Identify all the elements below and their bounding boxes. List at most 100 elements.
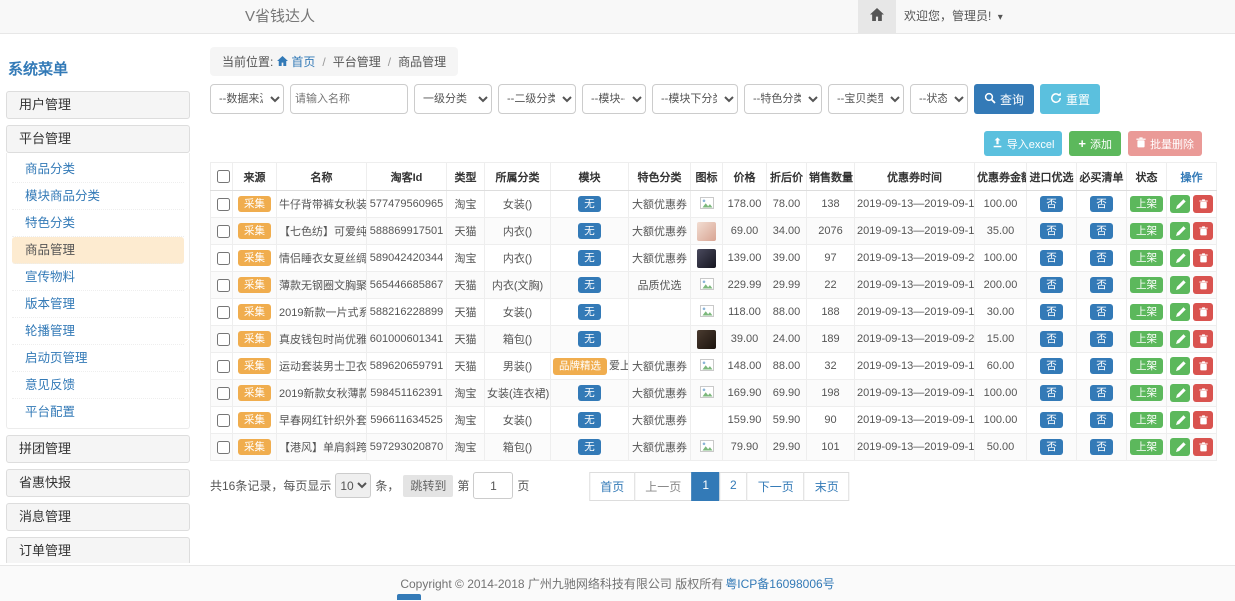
- delete-button[interactable]: [1193, 276, 1213, 294]
- sidebar-item[interactable]: 特色分类: [12, 210, 184, 237]
- import-select-toggle[interactable]: 否: [1040, 250, 1063, 267]
- row-checkbox[interactable]: [217, 441, 230, 454]
- edit-button[interactable]: [1170, 249, 1190, 267]
- delete-button[interactable]: [1193, 438, 1213, 456]
- import-select-toggle[interactable]: 否: [1040, 196, 1063, 213]
- sidebar-item[interactable]: 商品分类: [12, 156, 184, 183]
- import-select-toggle[interactable]: 否: [1040, 304, 1063, 321]
- name-input[interactable]: [290, 84, 408, 114]
- import-select-toggle[interactable]: 否: [1040, 223, 1063, 240]
- edit-button[interactable]: [1170, 303, 1190, 321]
- jump-page-input[interactable]: [473, 472, 513, 499]
- navbar-home-button[interactable]: [858, 0, 896, 33]
- import-select-toggle[interactable]: 否: [1040, 277, 1063, 294]
- data-source-select[interactable]: --数据来源--: [210, 84, 284, 114]
- row-checkbox[interactable]: [217, 360, 230, 373]
- edit-button[interactable]: [1170, 384, 1190, 402]
- item-type-select[interactable]: --宝贝类型--: [828, 84, 904, 114]
- sidebar-item[interactable]: 模块商品分类: [12, 183, 184, 210]
- icp-link[interactable]: 粤ICP备16098006号: [725, 575, 834, 592]
- jump-button[interactable]: 跳转到: [403, 475, 453, 497]
- delete-button[interactable]: [1193, 411, 1213, 429]
- import-select-toggle[interactable]: 否: [1040, 439, 1063, 456]
- status-button[interactable]: 上架: [1130, 439, 1163, 456]
- status-button[interactable]: 上架: [1130, 277, 1163, 294]
- must-buy-toggle[interactable]: 否: [1090, 277, 1113, 294]
- status-select[interactable]: --状态--: [910, 84, 968, 114]
- sidebar-section[interactable]: 消息管理: [6, 503, 190, 531]
- import-select-toggle[interactable]: 否: [1040, 358, 1063, 375]
- user-menu[interactable]: 欢迎您，管理员! ▾: [904, 0, 1003, 34]
- page-button[interactable]: 上一页: [634, 472, 692, 501]
- row-checkbox[interactable]: [217, 198, 230, 211]
- sidebar-section[interactable]: 用户管理: [6, 91, 190, 119]
- delete-button[interactable]: [1193, 195, 1213, 213]
- must-buy-toggle[interactable]: 否: [1090, 223, 1113, 240]
- sidebar-item[interactable]: 启动页管理: [12, 345, 184, 372]
- must-buy-toggle[interactable]: 否: [1090, 412, 1113, 429]
- edit-button[interactable]: [1170, 276, 1190, 294]
- sidebar-item[interactable]: 宣传物料: [12, 264, 184, 291]
- batch-delete-button[interactable]: 批量删除: [1128, 131, 1202, 156]
- delete-button[interactable]: [1193, 222, 1213, 240]
- must-buy-toggle[interactable]: 否: [1090, 250, 1113, 267]
- status-button[interactable]: 上架: [1130, 223, 1163, 240]
- delete-button[interactable]: [1193, 330, 1213, 348]
- page-button[interactable]: 下一页: [747, 472, 805, 501]
- sidebar-section[interactable]: 拼团管理: [6, 435, 190, 463]
- import-select-toggle[interactable]: 否: [1040, 331, 1063, 348]
- delete-button[interactable]: [1193, 303, 1213, 321]
- status-button[interactable]: 上架: [1130, 304, 1163, 321]
- level1-category-select[interactable]: 一级分类: [414, 84, 492, 114]
- sidebar-item[interactable]: 商品管理: [12, 237, 184, 264]
- must-buy-toggle[interactable]: 否: [1090, 439, 1113, 456]
- status-button[interactable]: 上架: [1130, 358, 1163, 375]
- page-button[interactable]: 2: [719, 472, 748, 501]
- import-select-toggle[interactable]: 否: [1040, 385, 1063, 402]
- page-button[interactable]: 1: [691, 472, 720, 501]
- feature-category-select[interactable]: --特色分类--: [744, 84, 822, 114]
- delete-button[interactable]: [1193, 357, 1213, 375]
- must-buy-toggle[interactable]: 否: [1090, 358, 1113, 375]
- edit-button[interactable]: [1170, 357, 1190, 375]
- breadcrumb-home-link[interactable]: 首页: [277, 53, 315, 70]
- import-excel-button[interactable]: 导入excel: [984, 131, 1063, 156]
- edit-button[interactable]: [1170, 411, 1190, 429]
- status-button[interactable]: 上架: [1130, 385, 1163, 402]
- add-button[interactable]: + 添加: [1069, 131, 1121, 156]
- must-buy-toggle[interactable]: 否: [1090, 331, 1113, 348]
- status-button[interactable]: 上架: [1130, 250, 1163, 267]
- row-checkbox[interactable]: [217, 387, 230, 400]
- page-button[interactable]: 首页: [589, 472, 635, 501]
- search-button[interactable]: 查询: [974, 84, 1034, 114]
- sidebar-section[interactable]: 平台管理: [6, 125, 190, 153]
- status-button[interactable]: 上架: [1130, 412, 1163, 429]
- status-button[interactable]: 上架: [1130, 196, 1163, 213]
- must-buy-toggle[interactable]: 否: [1090, 385, 1113, 402]
- row-checkbox[interactable]: [217, 279, 230, 292]
- row-checkbox[interactable]: [217, 333, 230, 346]
- row-checkbox[interactable]: [217, 252, 230, 265]
- reset-button[interactable]: 重置: [1040, 84, 1100, 114]
- must-buy-toggle[interactable]: 否: [1090, 304, 1113, 321]
- level2-category-select[interactable]: --二级分类--: [498, 84, 576, 114]
- module-subcategory-select[interactable]: --模块下分类--: [652, 84, 738, 114]
- edit-button[interactable]: [1170, 438, 1190, 456]
- row-checkbox[interactable]: [217, 225, 230, 238]
- sidebar-item[interactable]: 平台配置: [12, 399, 184, 425]
- delete-button[interactable]: [1193, 384, 1213, 402]
- select-all-checkbox[interactable]: [217, 170, 230, 183]
- sidebar-section[interactable]: 省惠快报: [6, 469, 190, 497]
- per-page-select[interactable]: 10: [335, 473, 371, 498]
- sidebar-section[interactable]: 订单管理: [6, 537, 190, 563]
- edit-button[interactable]: [1170, 330, 1190, 348]
- row-checkbox[interactable]: [217, 306, 230, 319]
- edit-button[interactable]: [1170, 195, 1190, 213]
- import-select-toggle[interactable]: 否: [1040, 412, 1063, 429]
- edit-button[interactable]: [1170, 222, 1190, 240]
- sidebar-item[interactable]: 意见反馈: [12, 372, 184, 399]
- sidebar-item[interactable]: 版本管理: [12, 291, 184, 318]
- sidebar-item[interactable]: 轮播管理: [12, 318, 184, 345]
- row-checkbox[interactable]: [217, 414, 230, 427]
- delete-button[interactable]: [1193, 249, 1213, 267]
